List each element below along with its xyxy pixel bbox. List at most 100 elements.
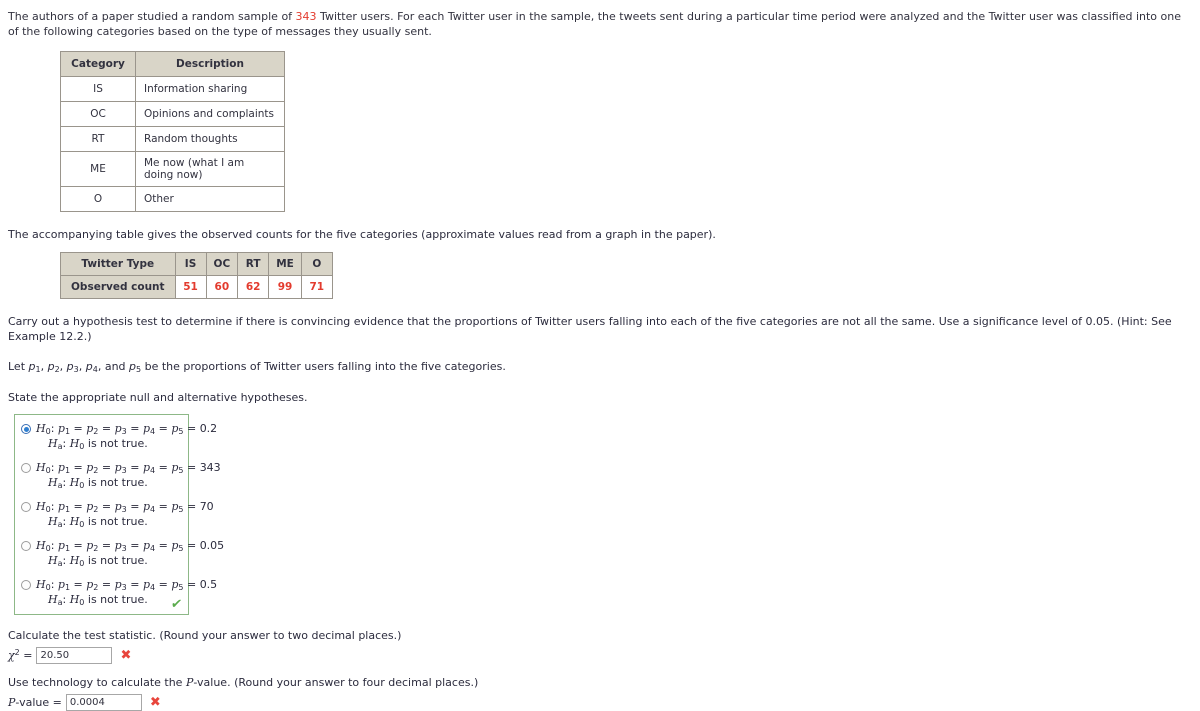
- hypothesis-option-3-text: H0: p1 = p2 = p3 = p4 = p5 = 70 Ha: H0 i…: [36, 500, 214, 530]
- cell-count-is: 51: [174, 275, 207, 299]
- cell-description: Me now (what I am doing now): [135, 151, 285, 187]
- table-header-row: Twitter Type IS OC RT ME O: [60, 252, 333, 276]
- hypothesis-value-3: 70: [199, 500, 214, 513]
- cell-category: ME: [60, 151, 136, 187]
- instruction-paragraph: Carry out a hypothesis test to determine…: [8, 315, 1172, 343]
- subscript-4: 4: [92, 365, 98, 374]
- alt-text-5: is not true.: [87, 593, 148, 606]
- alt-hypothesis-line: Ha: H0 is not true.: [48, 476, 148, 490]
- cell-category: O: [60, 186, 136, 212]
- symbol-p4: p: [85, 360, 93, 373]
- hypothesis-option-2-text: H0: p1 = p2 = p3 = p4 = p5 = 343 Ha: H0 …: [36, 461, 221, 491]
- header-description: Description: [135, 51, 285, 77]
- radio-button-2[interactable]: [21, 463, 31, 473]
- chi-symbol: χ: [8, 649, 15, 662]
- header-observed-count: Observed count: [60, 275, 176, 299]
- p-value-input[interactable]: [65, 694, 142, 711]
- state-hypotheses-prompt: State the appropriate null and alternati…: [8, 391, 308, 404]
- p-value-block: Use technology to calculate the P-value.…: [8, 675, 1192, 711]
- null-hypothesis-line: H0: p1 = p2 = p3 = p4 = p5 = 70: [36, 500, 214, 514]
- null-hypothesis-line: H0: p1 = p2 = p3 = p4 = p5 = 0.5: [36, 578, 218, 592]
- null-hypothesis-line: H0: p1 = p2 = p3 = p4 = p5 = 343: [36, 461, 221, 475]
- cell-count-me: 99: [268, 275, 302, 299]
- alt-hypothesis-line: Ha: H0 is not true.: [48, 437, 148, 451]
- table-row: O Other: [60, 186, 285, 212]
- table-row: ME Me now (what I am doing now): [60, 151, 285, 187]
- subscript-1: 1: [35, 365, 41, 374]
- let-prefix: Let: [8, 360, 29, 373]
- table-row: Observed count 51 60 62 99 71: [60, 275, 333, 299]
- p-value-row: P-value = ✖: [8, 694, 1192, 711]
- hypothesis-value-1: 0.2: [199, 422, 218, 435]
- table-row: IS Information sharing: [60, 76, 285, 102]
- p-value-label-rest: -value =: [15, 696, 62, 709]
- radio-button-4[interactable]: [21, 541, 31, 551]
- cell-description: Information sharing: [135, 76, 285, 102]
- alt-hypothesis-line: Ha: H0 is not true.: [48, 593, 148, 607]
- symbol-p1: p: [28, 360, 36, 373]
- header-twitter-type: Twitter Type: [60, 252, 176, 276]
- hypothesis-option-3[interactable]: H0: p1 = p2 = p3 = p4 = p5 = 70 Ha: H0 i…: [21, 500, 214, 530]
- symbol-p5: p: [129, 360, 137, 373]
- radio-button-1[interactable]: [21, 424, 31, 434]
- table-header-row: Category Description: [60, 51, 285, 77]
- radio-button-3[interactable]: [21, 502, 31, 512]
- hypothesis-option-5-text: H0: p1 = p2 = p3 = p4 = p5 = 0.5 Ha: H0 …: [36, 578, 217, 608]
- cell-count-o: 71: [300, 275, 333, 299]
- null-hypothesis-line: H0: p1 = p2 = p3 = p4 = p5 = 0.05: [36, 539, 225, 553]
- header-col-me: ME: [268, 252, 302, 276]
- hypothesis-option-1[interactable]: H0: p1 = p2 = p3 = p4 = p5 = 0.2 Ha: H0 …: [21, 422, 217, 452]
- radio-button-5[interactable]: [21, 580, 31, 590]
- header-col-o: O: [300, 252, 333, 276]
- intro-sample-size: 343: [295, 10, 317, 23]
- incorrect-icon: ✖: [120, 648, 132, 663]
- counts-table-wrapper: Twitter Type IS OC RT ME O Observed coun…: [60, 252, 1192, 299]
- cell-category: RT: [60, 126, 136, 152]
- hypothesis-option-4-text: H0: p1 = p2 = p3 = p4 = p5 = 0.05 Ha: H0…: [36, 539, 224, 569]
- worksheet-page: The authors of a paper studied a random …: [0, 0, 1200, 711]
- table-row: RT Random thoughts: [60, 126, 285, 152]
- alt-hypothesis-line: Ha: H0 is not true.: [48, 515, 148, 529]
- test-statistic-label: χ2 =: [8, 648, 33, 662]
- category-description-table: Category Description IS Information shar…: [60, 51, 285, 212]
- cell-count-rt: 62: [237, 275, 270, 299]
- intro-text-part1: The authors of a paper studied a random …: [8, 10, 296, 23]
- equals-sign: =: [19, 649, 33, 662]
- header-category: Category: [60, 51, 136, 77]
- chi-exponent: 2: [14, 648, 20, 657]
- test-statistic-input[interactable]: [36, 647, 113, 664]
- p-value-prompt-part2: -value. (Round your answer to four decim…: [193, 676, 479, 689]
- hypothesis-options-group: H0: p1 = p2 = p3 = p4 = p5 = 0.2 Ha: H0 …: [14, 414, 224, 615]
- header-col-is: IS: [174, 252, 207, 276]
- incorrect-icon: ✖: [149, 695, 161, 710]
- cell-description: Random thoughts: [135, 126, 285, 152]
- hypothesis-value-2: 343: [199, 461, 221, 474]
- hypothesis-option-5[interactable]: H0: p1 = p2 = p3 = p4 = p5 = 0.5 Ha: H0 …: [21, 578, 217, 608]
- observed-counts-table: Twitter Type IS OC RT ME O Observed coun…: [60, 252, 333, 299]
- header-col-oc: OC: [205, 252, 239, 276]
- alt-text-2: is not true.: [87, 476, 148, 489]
- cell-category: IS: [60, 76, 136, 102]
- let-suffix: be the proportions of Twitter users fall…: [141, 360, 506, 373]
- p-value-prompt: Use technology to calculate the P-value.…: [8, 675, 1192, 690]
- cell-description: Other: [135, 186, 285, 212]
- alt-text-3: is not true.: [87, 515, 148, 528]
- p-symbol: P: [8, 696, 16, 709]
- subscript-2: 2: [54, 365, 60, 374]
- check-icon: ✔: [170, 597, 184, 612]
- symbol-p2: p: [47, 360, 55, 373]
- null-hypothesis-line: H0: p1 = p2 = p3 = p4 = p5 = 0.2: [36, 422, 218, 436]
- category-table-wrapper: Category Description IS Information shar…: [60, 51, 1192, 212]
- cell-category: OC: [60, 101, 136, 127]
- subscript-5: 5: [136, 365, 142, 374]
- test-statistic-block: Calculate the test statistic. (Round you…: [8, 628, 1192, 664]
- hypothesis-value-4: 0.05: [199, 539, 225, 552]
- test-statistic-prompt: Calculate the test statistic. (Round you…: [8, 629, 402, 642]
- cell-count-oc: 60: [205, 275, 239, 299]
- hypothesis-option-4[interactable]: H0: p1 = p2 = p3 = p4 = p5 = 0.05 Ha: H0…: [21, 539, 224, 569]
- alt-text-1: is not true.: [87, 437, 148, 450]
- symbol-p3: p: [66, 360, 74, 373]
- hypothesis-option-2[interactable]: H0: p1 = p2 = p3 = p4 = p5 = 343 Ha: H0 …: [21, 461, 221, 491]
- accompanying-text: The accompanying table gives the observe…: [8, 228, 716, 241]
- p-value-prompt-symbol: P: [185, 676, 194, 689]
